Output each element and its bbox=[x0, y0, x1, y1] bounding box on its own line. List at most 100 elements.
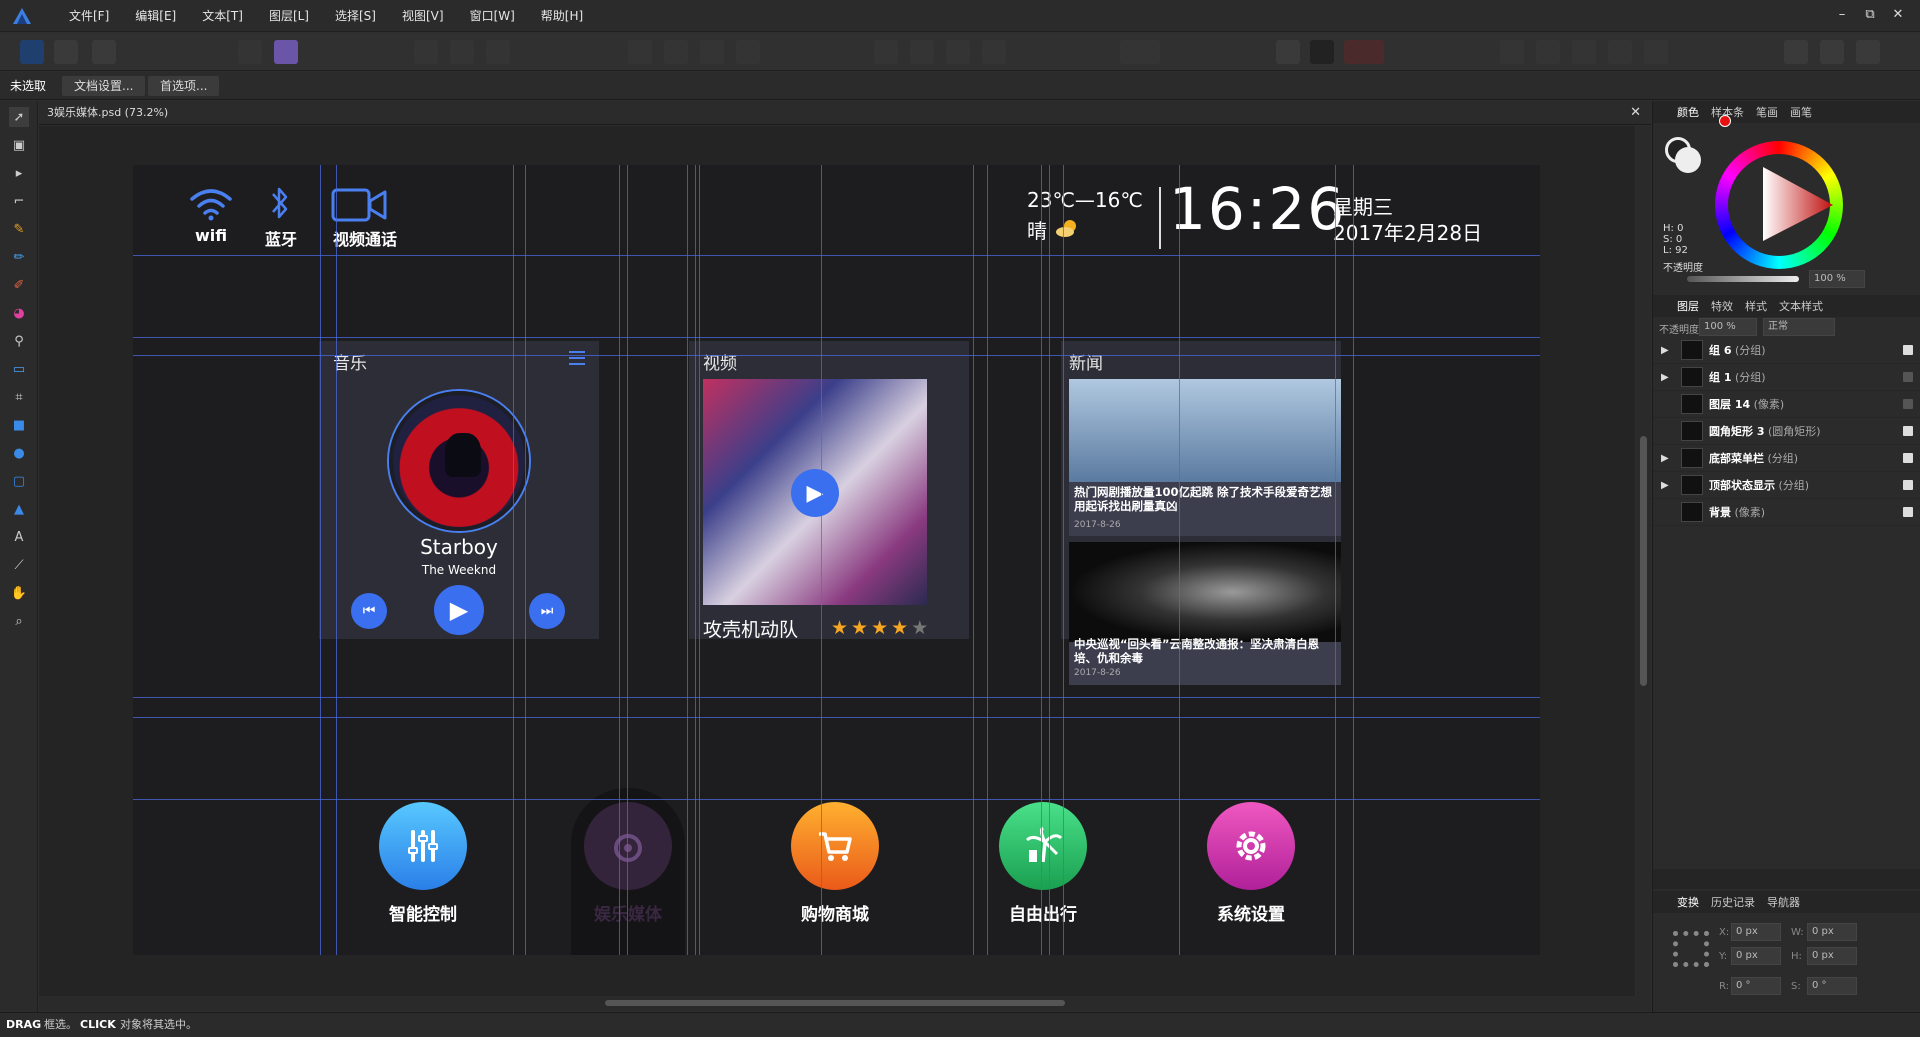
align-icon[interactable] bbox=[414, 40, 438, 64]
rotate-left-icon[interactable] bbox=[946, 40, 970, 64]
export-persona-icon[interactable] bbox=[92, 40, 116, 64]
artboard[interactable]: wifi 蓝牙 视频通话 23℃—16℃ 晴 16:26 星期三 2017年2月… bbox=[133, 165, 1540, 955]
layer-row[interactable]: ▶ 顶部状态显示 (分组) bbox=[1653, 472, 1920, 499]
corner-tool-icon[interactable]: ⌐ bbox=[9, 191, 29, 211]
menu-select[interactable]: 选择[S] bbox=[322, 0, 389, 32]
ellipse-tool-icon[interactable]: ● bbox=[9, 443, 29, 463]
tab-history[interactable]: 历史记录 bbox=[1711, 894, 1755, 910]
next-track-button[interactable]: ⏭ bbox=[529, 593, 565, 629]
tab-color[interactable]: 颜色 bbox=[1677, 104, 1699, 120]
rotate-right-icon[interactable] bbox=[982, 40, 1006, 64]
visibility-checkbox[interactable] bbox=[1903, 480, 1913, 490]
pen-tool-icon[interactable]: ✎ bbox=[9, 219, 29, 239]
play-button[interactable]: ▶ bbox=[434, 585, 484, 635]
expand-icon[interactable]: ▶ bbox=[1661, 372, 1677, 383]
shopping-button[interactable] bbox=[791, 802, 879, 890]
horizontal-scrollbar[interactable] bbox=[39, 996, 1651, 1011]
travel-button[interactable] bbox=[999, 802, 1087, 890]
vertical-scrollbar[interactable] bbox=[1636, 126, 1651, 996]
tab-stroke[interactable]: 笔画 bbox=[1756, 104, 1778, 120]
news-image-2[interactable] bbox=[1069, 542, 1341, 642]
snap-icon[interactable] bbox=[238, 40, 262, 64]
menu-edit[interactable]: 编辑[E] bbox=[122, 0, 189, 32]
menu-help[interactable]: 帮助[H] bbox=[528, 0, 596, 32]
document-settings-button[interactable]: 文档设置... bbox=[62, 76, 146, 96]
expand-icon[interactable]: ▶ bbox=[1661, 345, 1677, 356]
fill-tool-icon[interactable]: ◕ bbox=[9, 303, 29, 323]
insert-behind-icon[interactable] bbox=[1820, 40, 1844, 64]
tab-layers[interactable]: 图层 bbox=[1677, 298, 1699, 314]
color-wheel[interactable] bbox=[1715, 141, 1843, 269]
visibility-checkbox[interactable] bbox=[1903, 372, 1913, 382]
assistant-icon[interactable] bbox=[274, 40, 298, 64]
video-play-button[interactable]: ▶ bbox=[791, 469, 839, 517]
tab-styles[interactable]: 样式 bbox=[1745, 298, 1767, 314]
news-card[interactable]: 新闻 热门网剧播放量100亿起跳 除了技术手段爱奇艺想用起诉找出刷量真凶 201… bbox=[1061, 341, 1341, 685]
tab-effects[interactable]: 特效 bbox=[1711, 298, 1733, 314]
y-field[interactable]: 0 px bbox=[1731, 947, 1781, 965]
color-triangle[interactable] bbox=[1715, 141, 1843, 269]
zoom-tool-icon[interactable]: ⌕ bbox=[9, 611, 29, 631]
x-field[interactable]: 0 px bbox=[1731, 923, 1781, 941]
news-item-1[interactable]: 热门网剧播放量100亿起跳 除了技术手段爱奇艺想用起诉找出刷量真凶 2017-8… bbox=[1069, 482, 1341, 536]
geometry-intersect-icon[interactable] bbox=[1572, 40, 1596, 64]
text-tool-icon[interactable]: A bbox=[9, 527, 29, 547]
video-card[interactable]: 视频 ▶ 攻壳机动队 ★ ★ ★ ★ ★ bbox=[689, 341, 969, 641]
artboard-tool-icon[interactable]: ▣ bbox=[9, 135, 29, 155]
expand-icon[interactable]: ▶ bbox=[1661, 480, 1677, 491]
blend-mode-select[interactable]: 正常 bbox=[1763, 318, 1835, 336]
flip-v-icon[interactable] bbox=[910, 40, 934, 64]
tab-text-styles[interactable]: 文本样式 bbox=[1779, 298, 1823, 314]
previous-track-button[interactable]: ⏮ bbox=[351, 593, 387, 629]
w-field[interactable]: 0 px bbox=[1807, 923, 1857, 941]
current-color-icon[interactable] bbox=[1719, 115, 1731, 127]
arrange-forward-icon[interactable] bbox=[700, 40, 724, 64]
crop-tool-icon[interactable]: ⌗ bbox=[9, 387, 29, 407]
h-field[interactable]: 0 px bbox=[1807, 947, 1857, 965]
rotate-icon[interactable] bbox=[486, 40, 510, 64]
pixel-persona-icon[interactable] bbox=[54, 40, 78, 64]
insert-top-icon[interactable] bbox=[1856, 40, 1880, 64]
menu-file[interactable]: 文件[F] bbox=[56, 0, 122, 32]
tab-transform[interactable]: 变换 bbox=[1677, 894, 1699, 910]
fill-swatch[interactable] bbox=[1675, 147, 1701, 173]
layer-row[interactable]: 图层 14 (像素) bbox=[1653, 391, 1920, 418]
layer-row[interactable]: 背景 (像素) bbox=[1653, 499, 1920, 526]
flip-h-icon[interactable] bbox=[874, 40, 898, 64]
music-card[interactable]: 音乐 Starboy The Weeknd ⏮ ▶ ⏭ bbox=[319, 341, 599, 639]
maximize-button[interactable]: ⧉ bbox=[1856, 0, 1884, 32]
triangle-tool-icon[interactable]: ▲ bbox=[9, 499, 29, 519]
close-window-button[interactable]: ✕ bbox=[1884, 0, 1912, 32]
preferences-button[interactable]: 首选项... bbox=[148, 76, 220, 96]
arrange-back-icon[interactable] bbox=[628, 40, 652, 64]
rounded-rect-tool-icon[interactable]: ▢ bbox=[9, 471, 29, 491]
menu-lines-icon[interactable] bbox=[569, 351, 585, 365]
brush-tool-icon[interactable]: ✐ bbox=[9, 275, 29, 295]
grid-icon[interactable] bbox=[1276, 40, 1300, 64]
tab-brushes[interactable]: 画笔 bbox=[1790, 104, 1812, 120]
arrange-front-icon[interactable] bbox=[736, 40, 760, 64]
document-tab[interactable]: 3娱乐媒体.psd (73.2%) ✕ bbox=[39, 101, 1651, 125]
layer-row[interactable]: ▶ 底部菜单栏 (分组) bbox=[1653, 445, 1920, 472]
visibility-checkbox[interactable] bbox=[1903, 507, 1913, 517]
visibility-checkbox[interactable] bbox=[1903, 399, 1913, 409]
expand-icon[interactable]: ▶ bbox=[1661, 453, 1677, 464]
layer-row[interactable]: 圆角矩形 3 (圆角矩形) bbox=[1653, 418, 1920, 445]
layer-row[interactable]: ▶ 组 1 (分组) bbox=[1653, 364, 1920, 391]
menu-text[interactable]: 文本[T] bbox=[189, 0, 256, 32]
alignment-dropdown-icon[interactable] bbox=[1120, 40, 1160, 64]
anchor-selector[interactable] bbox=[1673, 931, 1709, 967]
media-button[interactable] bbox=[584, 802, 672, 890]
layer-row[interactable]: ▶ 组 6 (分组) bbox=[1653, 337, 1920, 364]
scroll-thumb[interactable] bbox=[605, 1000, 1065, 1006]
opacity-slider[interactable] bbox=[1687, 276, 1799, 282]
menu-view[interactable]: 视图[V] bbox=[389, 0, 457, 32]
geometry-subtract-icon[interactable] bbox=[1536, 40, 1560, 64]
geometry-divide-icon[interactable] bbox=[1644, 40, 1668, 64]
pencil-tool-icon[interactable]: ✏ bbox=[9, 247, 29, 267]
magnet-icon[interactable] bbox=[1344, 40, 1384, 64]
shear-field[interactable]: 0 ° bbox=[1807, 977, 1857, 995]
eyedropper-tool-icon[interactable]: ⟋ bbox=[9, 555, 29, 575]
visibility-checkbox[interactable] bbox=[1903, 426, 1913, 436]
menu-layer[interactable]: 图层[L] bbox=[256, 0, 322, 32]
